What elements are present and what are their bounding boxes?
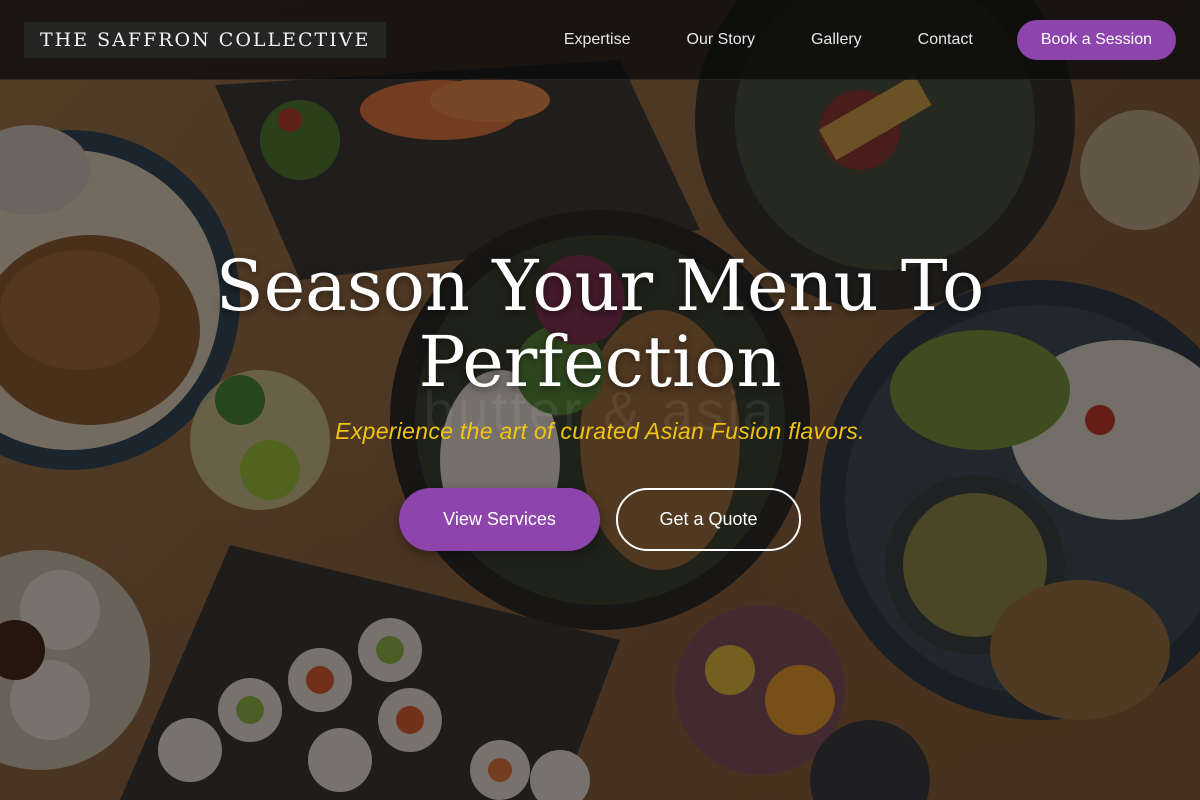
site-header: THE SAFFRON COLLECTIVE Expertise Our Sto…: [0, 0, 1200, 80]
main-nav: Expertise Our Story Gallery Contact Book…: [564, 19, 1176, 60]
nav-link-our-story[interactable]: Our Story: [687, 31, 755, 49]
hero-title: Season Your Menu To Perfection: [215, 245, 985, 403]
nav-link-expertise[interactable]: Expertise: [564, 31, 631, 49]
hero-section: butter & asia Season Your Menu To Perfec…: [0, 0, 1200, 800]
view-services-button[interactable]: View Services: [399, 488, 600, 551]
brand-logo[interactable]: THE SAFFRON COLLECTIVE: [24, 21, 387, 58]
nav-link-contact[interactable]: Contact: [918, 31, 973, 49]
hero-subtitle: Experience the art of curated Asian Fusi…: [335, 418, 865, 444]
book-session-button[interactable]: Book a Session: [1016, 19, 1176, 60]
get-quote-button[interactable]: Get a Quote: [616, 488, 801, 551]
nav-link-gallery[interactable]: Gallery: [811, 31, 862, 49]
